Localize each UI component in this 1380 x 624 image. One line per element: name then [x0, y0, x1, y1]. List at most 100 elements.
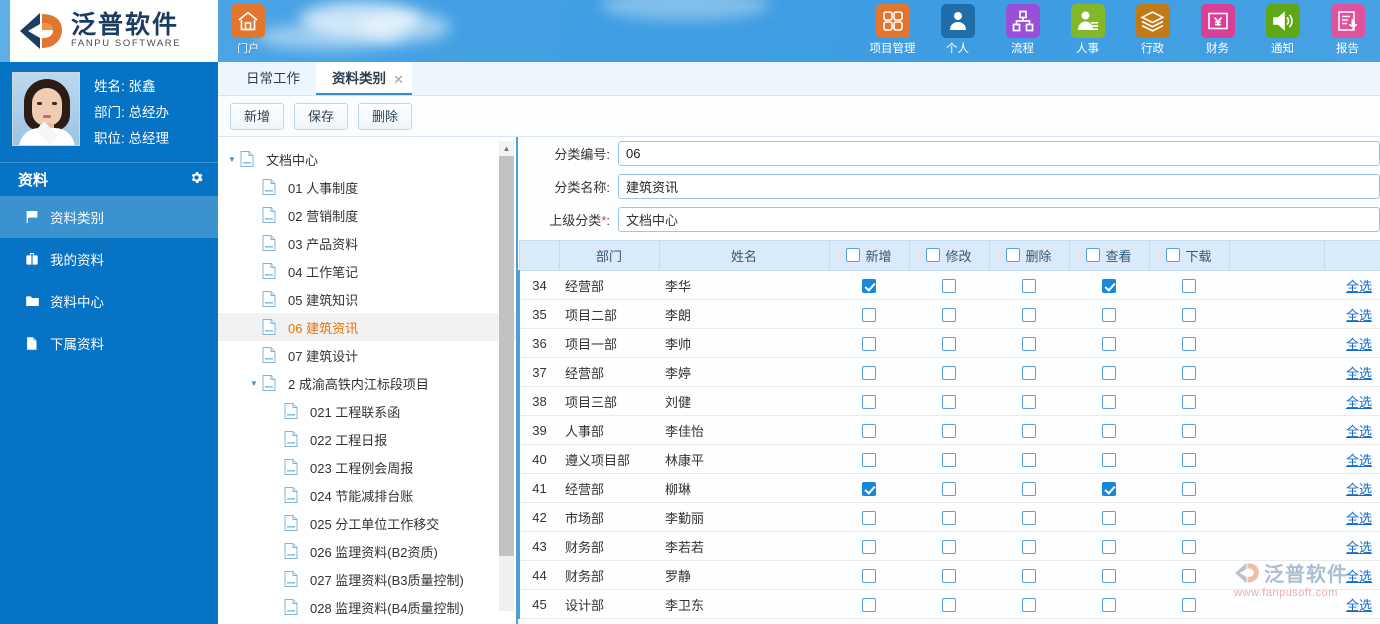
checkbox-edit[interactable] — [942, 365, 956, 380]
checkbox-delete[interactable] — [1022, 278, 1036, 293]
checkbox-edit[interactable] — [942, 597, 956, 612]
cell-add[interactable] — [829, 502, 909, 532]
checkbox-delete[interactable] — [1022, 568, 1036, 583]
cell-delete[interactable] — [989, 386, 1069, 416]
checkbox-view[interactable] — [1102, 481, 1116, 496]
gear-icon[interactable] — [189, 170, 204, 189]
cell-download[interactable] — [1149, 473, 1229, 503]
checkbox-edit[interactable] — [942, 307, 956, 322]
checkbox-add[interactable] — [862, 307, 876, 322]
cell-download[interactable] — [1149, 415, 1229, 445]
checkbox-download[interactable] — [1182, 481, 1196, 496]
cell-delete[interactable] — [989, 560, 1069, 590]
cell-download[interactable] — [1149, 589, 1229, 619]
header-checkbox-view[interactable] — [1086, 248, 1101, 263]
nav-item-report[interactable]: 报告 — [1315, 4, 1380, 56]
cell-select-all[interactable]: 全选 — [1324, 589, 1380, 619]
table-row[interactable]: 35项目二部李朗全选全消 — [518, 299, 1380, 329]
sidebar-item-subordinate-documents[interactable]: 下属资料 — [0, 322, 218, 364]
nav-item-notification[interactable]: 通知 — [1250, 4, 1315, 56]
nav-item-personal[interactable]: 个人 — [925, 4, 990, 56]
cell-download[interactable] — [1149, 502, 1229, 532]
checkbox-delete[interactable] — [1022, 452, 1036, 467]
table-row[interactable]: 43财务部李若若全选全消 — [518, 531, 1380, 561]
checkbox-delete[interactable] — [1022, 394, 1036, 409]
cell-select-all[interactable]: 全选 — [1324, 473, 1380, 503]
tab-document-category[interactable]: 资料类别 ✕ — [316, 62, 412, 95]
cell-view[interactable] — [1069, 328, 1149, 358]
header-checkbox-download[interactable] — [1166, 248, 1181, 263]
scrollbar-thumb[interactable] — [499, 156, 514, 556]
select-all-link[interactable]: 全选 — [1346, 511, 1372, 526]
checkbox-download[interactable] — [1182, 452, 1196, 467]
select-all-link[interactable]: 全选 — [1346, 395, 1372, 410]
table-row[interactable]: 38项目三部刘健全选全消 — [518, 386, 1380, 416]
select-all-link[interactable]: 全选 — [1346, 482, 1372, 497]
table-row[interactable]: 39人事部李佳怡全选全消 — [518, 415, 1380, 445]
cell-download[interactable] — [1149, 299, 1229, 329]
cell-delete[interactable] — [989, 270, 1069, 300]
cell-add[interactable] — [829, 386, 909, 416]
tree-node[interactable]: 026 监理资料(B2资质) — [218, 537, 516, 565]
select-all-link[interactable]: 全选 — [1346, 366, 1372, 381]
checkbox-edit[interactable] — [942, 423, 956, 438]
tree-scrollbar[interactable]: ▲ — [499, 141, 514, 611]
checkbox-delete[interactable] — [1022, 423, 1036, 438]
table-row[interactable]: 44财务部罗静全选全消 — [518, 560, 1380, 590]
cell-add[interactable] — [829, 270, 909, 300]
checkbox-download[interactable] — [1182, 597, 1196, 612]
table-row[interactable]: 41经营部柳琳全选全消 — [518, 473, 1380, 503]
select-all-link[interactable]: 全选 — [1346, 337, 1372, 352]
sidebar-item-my-documents[interactable]: 我的资料 — [0, 238, 218, 280]
checkbox-edit[interactable] — [942, 481, 956, 496]
checkbox-add[interactable] — [862, 278, 876, 293]
checkbox-download[interactable] — [1182, 539, 1196, 554]
table-row[interactable]: 45设计部李卫东全选全消 — [518, 589, 1380, 619]
nav-item-administration[interactable]: 行政 — [1120, 4, 1185, 56]
chevron-down-icon[interactable]: ▼ — [224, 155, 240, 164]
cell-edit[interactable] — [909, 299, 989, 329]
cell-delete[interactable] — [989, 299, 1069, 329]
cell-download[interactable] — [1149, 270, 1229, 300]
cell-add[interactable] — [829, 357, 909, 387]
checkbox-view[interactable] — [1102, 597, 1116, 612]
checkbox-view[interactable] — [1102, 510, 1116, 525]
tree-node[interactable]: 024 节能减排台账 — [218, 481, 516, 509]
cell-delete[interactable] — [989, 415, 1069, 445]
cell-view[interactable] — [1069, 502, 1149, 532]
table-row[interactable]: 40遵义项目部林康平全选全消 — [518, 444, 1380, 474]
tree-node[interactable]: ▼ 文档中心 — [218, 145, 516, 173]
tree-node[interactable]: 04 工作笔记 — [218, 257, 516, 285]
cell-edit[interactable] — [909, 386, 989, 416]
name-input[interactable] — [618, 174, 1380, 199]
cell-select-all[interactable]: 全选 — [1324, 502, 1380, 532]
cell-select-all[interactable]: 全选 — [1324, 531, 1380, 561]
cell-view[interactable] — [1069, 589, 1149, 619]
checkbox-download[interactable] — [1182, 278, 1196, 293]
checkbox-add[interactable] — [862, 597, 876, 612]
cell-edit[interactable] — [909, 589, 989, 619]
cell-select-all[interactable]: 全选 — [1324, 415, 1380, 445]
tree-node[interactable]: 025 分工单位工作移交 — [218, 509, 516, 537]
checkbox-edit[interactable] — [942, 394, 956, 409]
select-all-link[interactable]: 全选 — [1346, 598, 1372, 613]
chevron-down-icon[interactable]: ▼ — [246, 379, 262, 388]
checkbox-download[interactable] — [1182, 365, 1196, 380]
tree-node[interactable]: 028 监理资料(B4质量控制) — [218, 593, 516, 621]
cell-view[interactable] — [1069, 560, 1149, 590]
cell-delete[interactable] — [989, 473, 1069, 503]
checkbox-add[interactable] — [862, 394, 876, 409]
header-checkbox-add[interactable] — [846, 248, 861, 263]
avatar[interactable] — [12, 72, 80, 146]
checkbox-add[interactable] — [862, 336, 876, 351]
cell-add[interactable] — [829, 473, 909, 503]
header-add[interactable]: 新增 — [828, 240, 910, 271]
cell-delete[interactable] — [989, 444, 1069, 474]
checkbox-add[interactable] — [862, 452, 876, 467]
checkbox-edit[interactable] — [942, 452, 956, 467]
checkbox-view[interactable] — [1102, 307, 1116, 322]
checkbox-edit[interactable] — [942, 278, 956, 293]
cell-add[interactable] — [829, 328, 909, 358]
cell-view[interactable] — [1069, 270, 1149, 300]
checkbox-view[interactable] — [1102, 568, 1116, 583]
